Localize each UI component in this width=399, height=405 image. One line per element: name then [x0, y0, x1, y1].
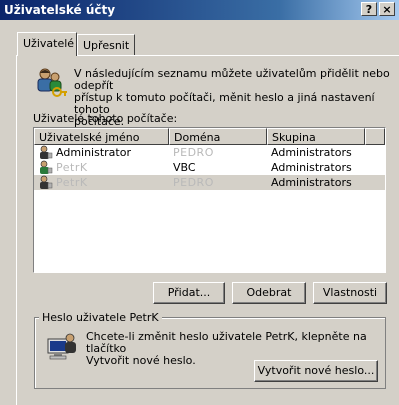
computer-user-icon — [46, 329, 78, 361]
column-header-username[interactable]: Uživatelské jméno — [34, 128, 169, 145]
password-text-line: Chcete-li změnit heslo uživatele PetrK, … — [86, 330, 367, 355]
intro-text-line: V následujícím seznamu můžete uživatelům… — [74, 67, 390, 92]
users-list-label: Uživatelé tohoto počítače: — [33, 112, 178, 125]
cell-username: PetrK — [56, 176, 88, 189]
remove-button[interactable]: Odebrat — [232, 282, 306, 304]
table-row[interactable]: PetrK VBC Administrators — [34, 160, 385, 175]
properties-button[interactable]: Vlastnosti — [313, 282, 387, 304]
title-bar[interactable]: Uživatelské účty ? × — [0, 0, 399, 20]
column-header-domain[interactable]: Doména — [169, 128, 267, 145]
cell-domain: PEDRO — [173, 146, 214, 159]
cell-group: Administrators — [271, 176, 352, 189]
cell-group: Administrators — [271, 161, 352, 174]
window-title: Uživatelské účty — [4, 3, 116, 17]
close-button[interactable]: × — [379, 2, 395, 16]
cell-domain: VBC — [173, 161, 196, 174]
user-icon — [38, 175, 53, 193]
tab-advanced[interactable]: Upřesnit — [77, 34, 135, 56]
cell-username: PetrK — [56, 161, 88, 174]
set-password-button[interactable]: Vytvořit nové heslo... — [254, 360, 378, 382]
table-row[interactable]: Administrator PEDRO Administrators — [34, 145, 385, 160]
cell-domain: PEDRO — [173, 176, 214, 189]
table-row[interactable]: PetrK PEDRO Administrators — [34, 175, 385, 190]
column-header-group[interactable]: Skupina — [267, 128, 365, 145]
column-header-filler — [365, 128, 385, 145]
help-button[interactable]: ? — [361, 2, 377, 16]
cell-group: Administrators — [271, 146, 352, 159]
add-button[interactable]: Přidat... — [153, 282, 225, 304]
users-key-icon — [33, 65, 69, 101]
tab-users[interactable]: Uživatelé — [17, 32, 77, 56]
users-listview[interactable]: Uživatelské jméno Doména Skupina Adminis… — [33, 127, 386, 273]
password-group-legend: Heslo uživatele PetrK — [39, 311, 162, 324]
cell-username: Administrator — [56, 146, 131, 159]
